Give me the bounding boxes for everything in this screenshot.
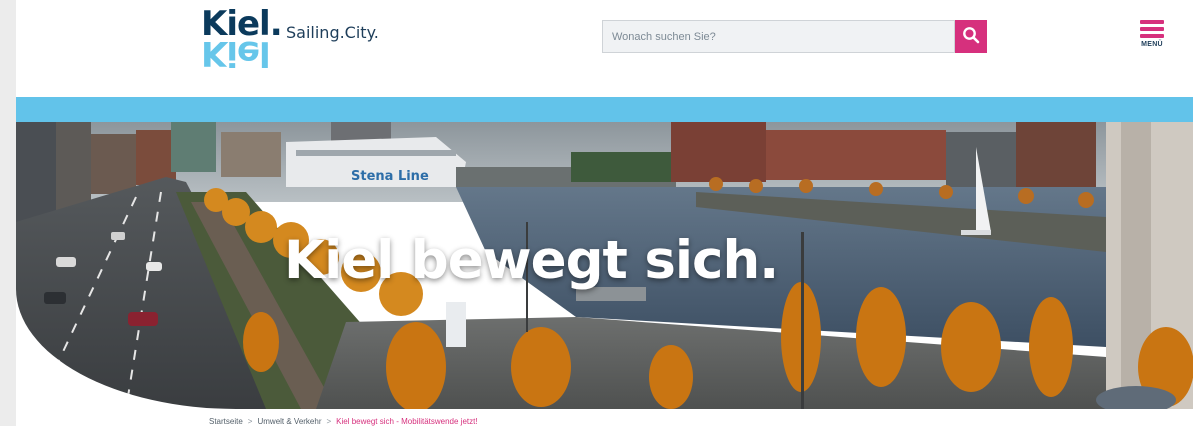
breadcrumb: Startseite > Umwelt & Verkehr > Kiel bewegt …	[209, 417, 478, 426]
color-band	[16, 97, 1193, 122]
search-bar	[602, 20, 987, 53]
hero-headline: Kiel bewegt sich.	[284, 230, 779, 291]
search-input[interactable]	[602, 20, 955, 53]
logo-tagline: Sailing.City.	[286, 23, 379, 42]
logo-mirror-wordmark: Kiel	[201, 33, 270, 73]
breadcrumb-separator: >	[326, 417, 332, 426]
breadcrumb-current: Kiel bewegt sich - Mobilitätswende jetzt…	[336, 417, 478, 426]
breadcrumb-umwelt-verkehr[interactable]: Umwelt & Verkehr	[257, 417, 321, 426]
svg-text:Stena Line: Stena Line	[351, 169, 429, 184]
breadcrumb-separator: >	[247, 417, 253, 426]
search-button[interactable]	[955, 20, 987, 53]
breadcrumb-home[interactable]: Startseite	[209, 417, 243, 426]
site-header: Kiel. Kiel Sailing.City. MENÜ	[16, 0, 1193, 97]
menu-label: MENÜ	[1141, 41, 1163, 48]
menu-button[interactable]: MENÜ	[1134, 18, 1170, 54]
kiel-logo[interactable]: Kiel. Kiel Sailing.City.	[201, 6, 401, 76]
magnifier-icon	[962, 26, 980, 47]
hero-banner: Stena Line Kiel bewegt sich.	[16, 122, 1193, 409]
page-gutter	[0, 0, 16, 426]
